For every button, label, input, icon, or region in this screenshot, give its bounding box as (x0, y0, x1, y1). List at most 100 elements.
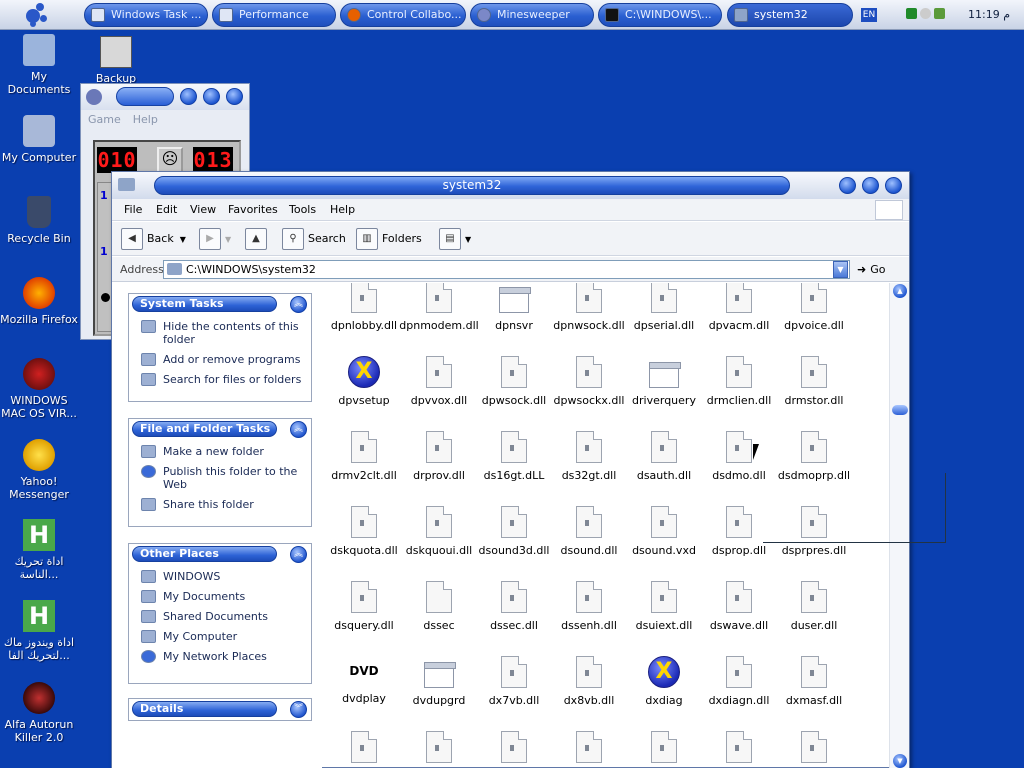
file-item[interactable]: ds32gt.dll (549, 431, 629, 482)
file-item[interactable]: dpvoice.dll (774, 283, 854, 332)
file-item[interactable]: dx8vb.dll (549, 656, 629, 707)
file-item[interactable]: Xdpvsetup (326, 356, 404, 407)
maximize-button[interactable] (203, 88, 220, 105)
menu-favorites[interactable]: Favorites (228, 203, 278, 216)
file-item[interactable]: duser.dll (774, 581, 854, 632)
address-input[interactable]: C:\WINDOWS\system32 (163, 260, 850, 279)
file-item[interactable]: dswave.dll (699, 581, 779, 632)
go-button[interactable]: ➜ Go (857, 263, 885, 276)
task-hide-contents[interactable]: Hide the contents of this folder (141, 320, 305, 346)
file-item[interactable]: dssenh.dll (549, 581, 629, 632)
minimize-button[interactable] (180, 88, 197, 105)
desktop-icon-recycle-bin[interactable]: Recycle Bin (0, 196, 78, 245)
file-item[interactable]: dpserial.dll (624, 283, 704, 332)
scroll-thumb[interactable] (892, 405, 908, 415)
file-item[interactable] (474, 731, 554, 768)
place-windows[interactable]: WINDOWS (141, 570, 305, 583)
file-item[interactable]: dsauth.dll (624, 431, 704, 482)
file-item[interactable]: dpnmodem.dll (399, 283, 479, 332)
expand-icon[interactable]: ︾ (290, 701, 307, 718)
task-publish-web[interactable]: Publish this folder to the Web (141, 465, 305, 491)
minesweeper-titlebar[interactable] (81, 84, 249, 110)
taskbar-button-minesweeper[interactable]: Minesweeper (470, 3, 594, 27)
desktop-icon-my-documents[interactable]: My Documents (0, 34, 78, 96)
menu-help[interactable]: Help (133, 113, 158, 126)
desktop-icon-firefox[interactable]: Mozilla Firefox (0, 277, 78, 326)
file-item[interactable]: dsound3d.dll (474, 506, 554, 557)
panel-header[interactable]: Other Places ︽ (129, 544, 311, 565)
file-item[interactable]: dskquoui.dll (399, 506, 479, 557)
file-item[interactable]: dsuiext.dll (624, 581, 704, 632)
tray-app-icon[interactable] (906, 8, 917, 19)
tray-smiley-icon[interactable] (920, 8, 931, 19)
up-button[interactable]: ▲ (245, 227, 271, 251)
file-item[interactable]: drmclien.dll (699, 356, 779, 407)
file-item[interactable]: drmstor.dll (774, 356, 854, 407)
taskbar-button-task-manager[interactable]: Windows Task ... (84, 3, 208, 27)
forward-button[interactable]: ▶ ▼ (199, 227, 231, 251)
views-button[interactable]: ▤ ▼ (439, 227, 471, 251)
file-item[interactable]: dpvvox.dll (399, 356, 479, 407)
language-indicator[interactable]: EN (861, 8, 877, 22)
desktop-icon-yahoo-messenger[interactable]: Yahoo! Messenger (0, 439, 78, 501)
start-button[interactable] (22, 1, 50, 29)
taskbar-button-firefox[interactable]: Control Collabo... (340, 3, 466, 27)
file-item[interactable]: dsquery.dll (326, 581, 404, 632)
taskbar-button-performance[interactable]: Performance (212, 3, 336, 27)
file-item[interactable]: dskquota.dll (326, 506, 404, 557)
collapse-icon[interactable]: ︽ (290, 546, 307, 563)
folders-button[interactable]: ▥ Folders (356, 227, 422, 251)
file-item[interactable]: ds16gt.dLL (474, 431, 554, 482)
file-item[interactable]: dpvacm.dll (699, 283, 779, 332)
file-item[interactable]: dpwsock.dll (474, 356, 554, 407)
task-search-files[interactable]: Search for files or folders (141, 373, 305, 386)
taskbar-button-cmd[interactable]: C:\WINDOWS\... (598, 3, 722, 27)
place-my-documents[interactable]: My Documents (141, 590, 305, 603)
desktop-icon-mac-tool[interactable]: H اداة ويندوز ماك لتحريك الفا... (0, 600, 78, 662)
minimize-button[interactable] (839, 177, 856, 194)
menu-tools[interactable]: Tools (289, 203, 316, 216)
tray-network-icon[interactable] (934, 8, 945, 19)
file-item[interactable]: dssec.dll (474, 581, 554, 632)
file-item[interactable]: drprov.dll (399, 431, 479, 482)
file-item[interactable]: dsound.vxd (624, 506, 704, 557)
file-item[interactable] (549, 731, 629, 768)
panel-header[interactable]: System Tasks ︽ (129, 294, 311, 315)
file-item[interactable] (624, 731, 704, 768)
task-make-new-folder[interactable]: Make a new folder (141, 445, 305, 458)
smiley-face-button[interactable]: ☹ (157, 147, 183, 173)
file-item[interactable] (699, 731, 779, 768)
file-item[interactable]: driverquery (624, 356, 704, 407)
collapse-icon[interactable]: ︽ (290, 421, 307, 438)
task-add-remove-programs[interactable]: Add or remove programs (141, 353, 305, 366)
close-button[interactable] (885, 177, 902, 194)
menu-view[interactable]: View (190, 203, 216, 216)
task-share-folder[interactable]: Share this folder (141, 498, 305, 511)
explorer-titlebar[interactable]: system32 (112, 172, 909, 199)
file-item[interactable]: Xdxdiag (624, 656, 704, 707)
file-item[interactable] (774, 731, 854, 768)
desktop-icon-mouse-tool[interactable]: H اداة تحريك الناسة... (0, 519, 78, 581)
desktop-icon-my-computer[interactable]: My Computer (0, 115, 78, 164)
file-item[interactable] (326, 731, 404, 768)
file-item[interactable]: dx7vb.dll (474, 656, 554, 707)
file-item[interactable]: DVD dvdplay (326, 656, 404, 705)
place-my-computer[interactable]: My Computer (141, 630, 305, 643)
mine-cell[interactable]: 1 (100, 189, 108, 202)
desktop-icon-autorun-killer[interactable]: Alfa Autorun Killer 2.0 (0, 682, 78, 744)
collapse-icon[interactable]: ︽ (290, 296, 307, 313)
panel-header[interactable]: Details ︾ (129, 699, 311, 720)
scroll-up-icon[interactable]: ▲ (893, 284, 907, 298)
file-item[interactable]: dssec (399, 581, 479, 632)
file-item[interactable]: drmv2clt.dll (326, 431, 404, 482)
file-item[interactable]: dxmasf.dll (774, 656, 854, 707)
file-item[interactable]: dpnlobby.dll (326, 283, 404, 332)
file-item[interactable]: dpwsockx.dll (549, 356, 629, 407)
file-item[interactable] (399, 731, 479, 768)
mine-cell[interactable]: 1 (100, 245, 108, 258)
file-item[interactable]: dxdiagn.dll (699, 656, 779, 707)
file-item[interactable]: dvdupgrd (399, 656, 479, 707)
scroll-down-icon[interactable]: ▼ (893, 754, 907, 768)
search-button[interactable]: ⚲ Search (282, 227, 346, 251)
address-dropdown-button[interactable]: ▼ (833, 261, 848, 278)
